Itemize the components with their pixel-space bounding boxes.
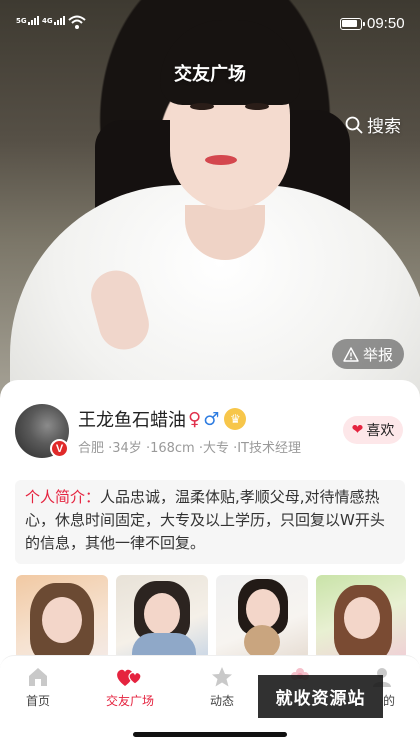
crown-icon: ♛ xyxy=(224,408,247,430)
tab-square-label: 交友广场 xyxy=(105,694,154,708)
intro-label: 个人简介： xyxy=(25,488,101,506)
like-label: 喜欢 xyxy=(366,423,395,439)
clock: 09:50 xyxy=(367,15,405,32)
search-label: 搜索 xyxy=(367,117,401,137)
tab-moments[interactable]: 动态 xyxy=(192,664,252,709)
photo-gallery xyxy=(16,575,406,660)
female-icon: ♀ xyxy=(188,408,202,430)
gallery-photo[interactable] xyxy=(316,575,406,660)
photo-face xyxy=(344,597,380,639)
tab-moments-label: 动态 xyxy=(209,694,234,708)
teddy-bear xyxy=(244,625,280,659)
profile-name: 王龙鱼石蜡油 xyxy=(78,410,186,431)
photo-face xyxy=(144,593,180,635)
home-indicator[interactable] xyxy=(133,732,287,737)
hero-lips xyxy=(205,155,237,165)
gallery-photo[interactable] xyxy=(16,575,108,660)
photo-face xyxy=(42,597,82,643)
like-button[interactable]: ❤ 喜欢 xyxy=(343,416,403,444)
search-button[interactable]: 搜索 xyxy=(345,112,401,137)
star-icon xyxy=(212,667,232,687)
name-row: 王龙鱼石蜡油 ♀ ♂ ♛ xyxy=(78,406,247,432)
vip-badge: V xyxy=(50,439,69,458)
hero-eye-right xyxy=(245,103,269,110)
report-button[interactable]: 举报 xyxy=(332,339,404,369)
hero-eye-left xyxy=(190,103,214,110)
warning-icon xyxy=(343,346,359,362)
signal-icon-2: 4G xyxy=(42,16,65,25)
search-icon xyxy=(345,116,363,133)
hearts-icon xyxy=(117,669,142,686)
report-label: 举报 xyxy=(362,345,393,364)
male-icon: ♂ xyxy=(203,408,220,430)
signal-icon-1: 5G xyxy=(16,16,39,25)
profile-card: V 王龙鱼石蜡油 ♀ ♂ ♛ 合肥 ·34岁 ·168cm ·大专 ·IT技术经… xyxy=(0,380,420,680)
heart-icon: ❤ xyxy=(351,422,364,438)
gallery-photo[interactable] xyxy=(116,575,208,660)
battery-icon xyxy=(340,18,365,30)
profile-info: 合肥 ·34岁 ·168cm ·大专 ·IT技术经理 xyxy=(78,441,301,456)
sim2-label: 4G xyxy=(42,17,53,25)
profile-intro: 个人简介：人品忠诚，温柔体贴,孝顺父母,对待情感热心，休息时间固定，大专及以上学… xyxy=(15,480,405,564)
wifi-icon xyxy=(68,15,86,29)
page-title: 交友广场 xyxy=(174,64,246,85)
gallery-photo[interactable] xyxy=(216,575,308,660)
tab-home[interactable]: 首页 xyxy=(8,664,68,709)
tab-home-label: 首页 xyxy=(25,694,50,708)
watermark: 就收资源站 xyxy=(258,675,383,718)
sim1-label: 5G xyxy=(16,17,27,25)
status-bar: 5G 4G 09:50 xyxy=(0,0,420,48)
home-icon xyxy=(29,668,47,686)
photo-face xyxy=(246,589,280,629)
tab-square[interactable]: 交友广场 xyxy=(100,664,160,709)
